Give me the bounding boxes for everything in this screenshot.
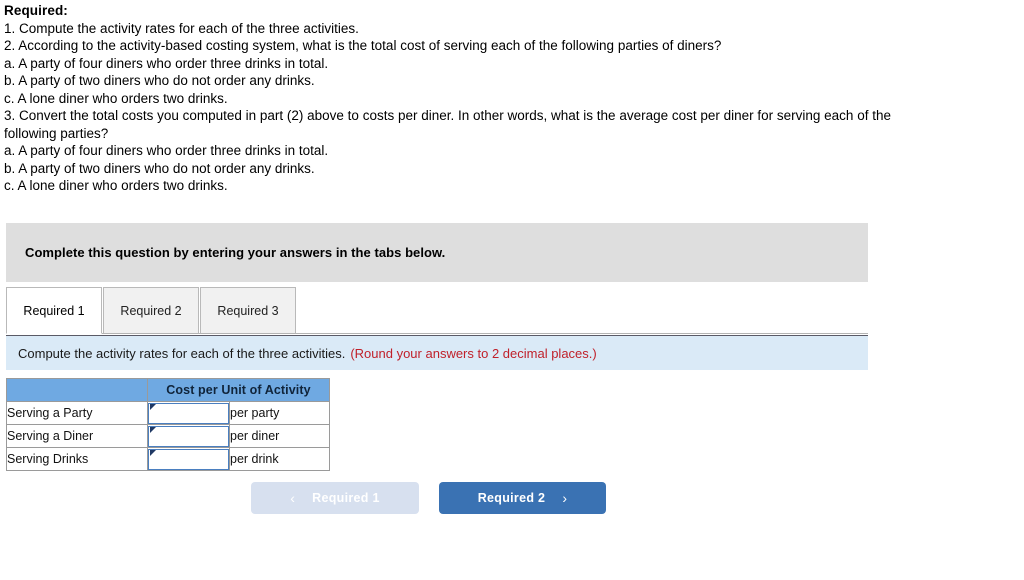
activity-unit-serving-drinks: per drink — [229, 447, 330, 471]
instruction-bar-content: Compute the activity rates for each of t… — [6, 346, 597, 361]
activity-unit-serving-a-diner: per diner — [229, 424, 330, 448]
requirement-line-2b: b. A party of two diners who do not orde… — [4, 73, 315, 88]
activity-label-serving-a-party: Serving a Party — [6, 401, 148, 425]
tab-required-1-label: Required 1 — [23, 303, 85, 318]
activity-rate-cell-serving-a-diner[interactable] — [147, 424, 230, 448]
tab-required-2[interactable]: Required 2 — [103, 287, 199, 334]
requirement-line-3b: b. A party of two diners who do not orde… — [4, 160, 315, 176]
activity-rate-input-serving-a-party[interactable] — [148, 402, 229, 424]
chevron-right-icon: › — [562, 490, 568, 506]
requirement-line-1: 1. Compute the activity rates for each o… — [4, 20, 359, 36]
tab-required-3[interactable]: Required 3 — [200, 287, 296, 334]
requirement-line-2c: c. A lone diner who orders two drinks. — [4, 90, 228, 106]
table-row: Serving a Diner per diner — [6, 424, 330, 448]
rounding-note: (Round your answers to 2 decimal places.… — [350, 345, 597, 361]
tab-strip-underline — [6, 333, 868, 334]
requirement-line-2a: a. A party of four diners who order thre… — [4, 55, 329, 71]
prev-required-button[interactable]: ‹ Required 1 — [251, 482, 419, 514]
complete-question-banner: Complete this question by entering your … — [6, 223, 868, 282]
requirement-line-3: 3. Convert the total costs you computed … — [4, 108, 895, 141]
next-required-button[interactable]: Required 2 › — [439, 482, 606, 514]
requirement-line-3c: c. A lone diner who orders two drinks. — [4, 178, 228, 193]
activity-rate-cell-serving-drinks[interactable] — [147, 447, 230, 471]
worksheet-page: Required: 1. Compute the activity rates … — [0, 0, 1024, 580]
next-required-label: Required 2 — [477, 491, 546, 505]
activity-label-serving-drinks: Serving Drinks — [6, 447, 148, 471]
requirement-line-2: 2. According to the activity-based costi… — [4, 38, 722, 53]
activity-rate-input-serving-drinks[interactable] — [148, 448, 229, 470]
instruction-text: Compute the activity rates for each of t… — [18, 345, 346, 361]
prev-required-label: Required 1 — [312, 491, 380, 505]
chevron-left-icon: ‹ — [290, 490, 296, 506]
table-header-blank — [6, 378, 148, 402]
complete-question-text: Complete this question by entering your … — [25, 245, 446, 260]
table-row: Serving a Party per party — [6, 401, 330, 425]
activity-label-serving-a-diner: Serving a Diner — [6, 424, 148, 448]
table-header-row: Cost per Unit of Activity — [6, 378, 330, 402]
required-tabs: Required 1 Required 2 Required 3 — [6, 286, 868, 334]
instruction-bar: Compute the activity rates for each of t… — [6, 335, 868, 370]
tab-required-3-label: Required 3 — [217, 303, 279, 318]
tab-required-1[interactable]: Required 1 — [6, 287, 102, 334]
table-row: Serving Drinks per drink — [6, 447, 330, 471]
tab-navigation: ‹ Required 1 Required 2 › — [251, 482, 606, 514]
requirement-line-3a: a. A party of four diners who order thre… — [4, 143, 329, 158]
requirements-block: Required: 1. Compute the activity rates … — [4, 2, 934, 195]
activity-unit-serving-a-party: per party — [229, 401, 330, 425]
requirements-heading: Required: — [4, 3, 68, 18]
table-header-cost-per-unit: Cost per Unit of Activity — [147, 378, 330, 402]
activity-rate-input-serving-a-diner[interactable] — [148, 425, 229, 447]
tab-required-2-label: Required 2 — [120, 303, 182, 318]
activity-rate-cell-serving-a-party[interactable] — [147, 401, 230, 425]
activity-rates-table: Cost per Unit of Activity Serving a Part… — [6, 378, 330, 471]
